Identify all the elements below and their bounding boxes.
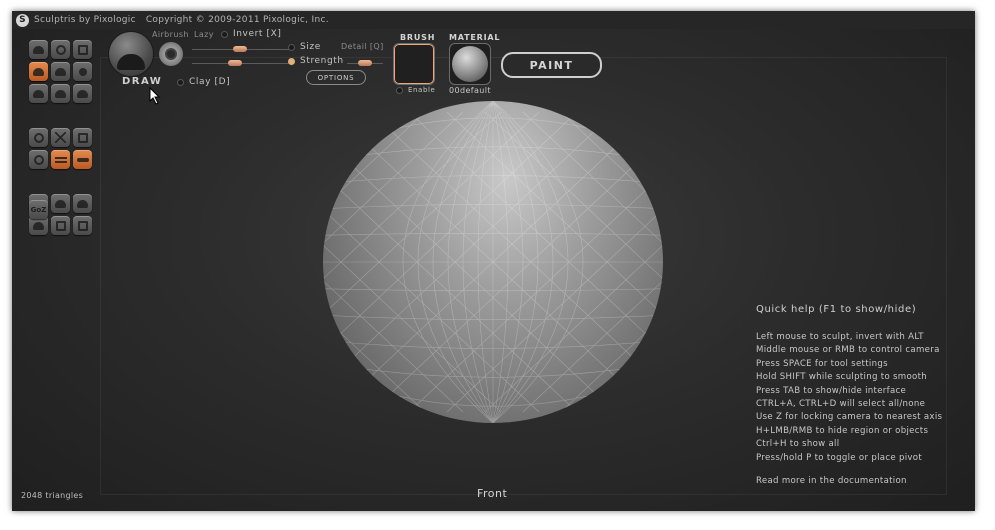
brush-enable-option[interactable]: Enable [396,86,435,94]
brush-panel-title: BRUSH [400,33,436,42]
enable-radio-icon[interactable] [396,86,403,94]
airbrush-label: Airbrush [152,30,189,39]
quick-help-panel: Quick help (F1 to show/hide) Left mouse … [756,304,942,486]
grid-icon[interactable] [73,128,92,147]
material-name: 00default [449,86,491,95]
quick-help-line: Middle mouse or RMB to control camera [756,345,940,356]
options-button[interactable]: OPTIONS [306,70,366,85]
view-label: Front [477,487,508,500]
invert-radio-icon[interactable] [221,30,228,38]
sphere-wireframe [323,101,663,423]
detail-label: Detail [Q] [341,42,384,51]
title-bar: S Sculptris by Pixologic Copyright © 200… [12,11,975,29]
size-label: Size [300,42,321,52]
clay-radio-icon[interactable] [177,78,184,86]
wireframe-icon[interactable] [51,150,70,169]
pinch-icon[interactable] [51,84,70,103]
mouse-cursor-icon [149,87,161,105]
grab-icon[interactable] [73,62,92,81]
sculptris-logo-icon: S [16,13,29,27]
save-icon[interactable] [73,216,92,235]
quick-help-line: Ctrl+H to show all [756,439,840,450]
quick-help-line: Press SPACE for tool settings [756,358,888,369]
size-option[interactable]: Size [288,42,321,52]
triangle-count: 2048 triangles [21,491,84,500]
invert-label: Invert [X] [233,29,282,39]
strength-label: Strength [300,56,344,66]
quick-help-line: H+LMB/RMB to hide region or objects [756,425,929,436]
size-slider-knob[interactable] [233,46,247,52]
quick-help-line: Hold SHIFT while sculpting to smooth [756,372,928,383]
quick-help-line: CTRL+A, CTRL+D will select all/none [756,399,926,410]
mask-icon[interactable] [51,128,70,147]
crease-icon[interactable] [29,62,48,81]
clay-option[interactable]: Clay [D] [177,77,230,87]
draw-icon[interactable] [29,40,48,59]
smooth-icon[interactable] [73,84,92,103]
symmetry-icon[interactable] [29,150,48,169]
invert-option[interactable]: Invert [X] [221,29,282,39]
strength-option[interactable]: Strength [288,56,344,66]
inflate-icon[interactable] [51,62,70,81]
import-icon[interactable] [51,194,70,213]
detail-slider-knob[interactable] [358,60,372,66]
rotate-icon[interactable] [51,40,70,59]
flatten-icon[interactable] [29,84,48,103]
airbrush-toggle-icon[interactable] [159,42,183,66]
goz-button[interactable]: GoZ [29,200,48,219]
export-icon[interactable] [73,194,92,213]
pivot-icon[interactable] [73,150,92,169]
tool-name-label: DRAW [122,76,163,87]
copyright-text: Copyright © 2009-2011 Pixologic, Inc. [145,15,329,25]
brush-alpha-slot[interactable] [393,43,435,85]
lazy-label: Lazy [194,30,214,39]
sculptris-window: S Sculptris by Pixologic Copyright © 200… [12,11,975,511]
clay-label: Clay [D] [189,77,231,87]
size-radio-icon[interactable] [288,43,295,51]
reduce-icon[interactable] [29,128,48,147]
strength-slider-knob[interactable] [228,60,242,66]
brush-preview-icon[interactable] [109,32,153,76]
quick-help-line: Press TAB to show/hide interface [756,385,907,396]
material-sphere-icon [452,46,488,82]
quick-help-line: Press/hold P to toggle or place pivot [756,452,923,463]
quick-help-title: Quick help (F1 to show/hide) [756,304,917,315]
sculpt-sphere[interactable] [323,101,663,423]
open-icon[interactable] [51,216,70,235]
window-title: Sculptris by Pixologic [34,15,136,25]
paint-button[interactable]: PAINT [501,52,602,78]
quick-help-line: Use Z for locking camera to nearest axis [756,412,943,423]
material-panel-title: MATERIAL [449,33,501,42]
strength-radio-icon[interactable] [288,57,295,65]
documentation-link[interactable]: Read more in the documentation [756,476,942,486]
quick-help-line: Left mouse to sculpt, invert with ALT [756,332,924,342]
scale-icon[interactable] [73,40,92,59]
enable-label: Enable [408,86,436,94]
material-slot[interactable] [449,43,491,85]
